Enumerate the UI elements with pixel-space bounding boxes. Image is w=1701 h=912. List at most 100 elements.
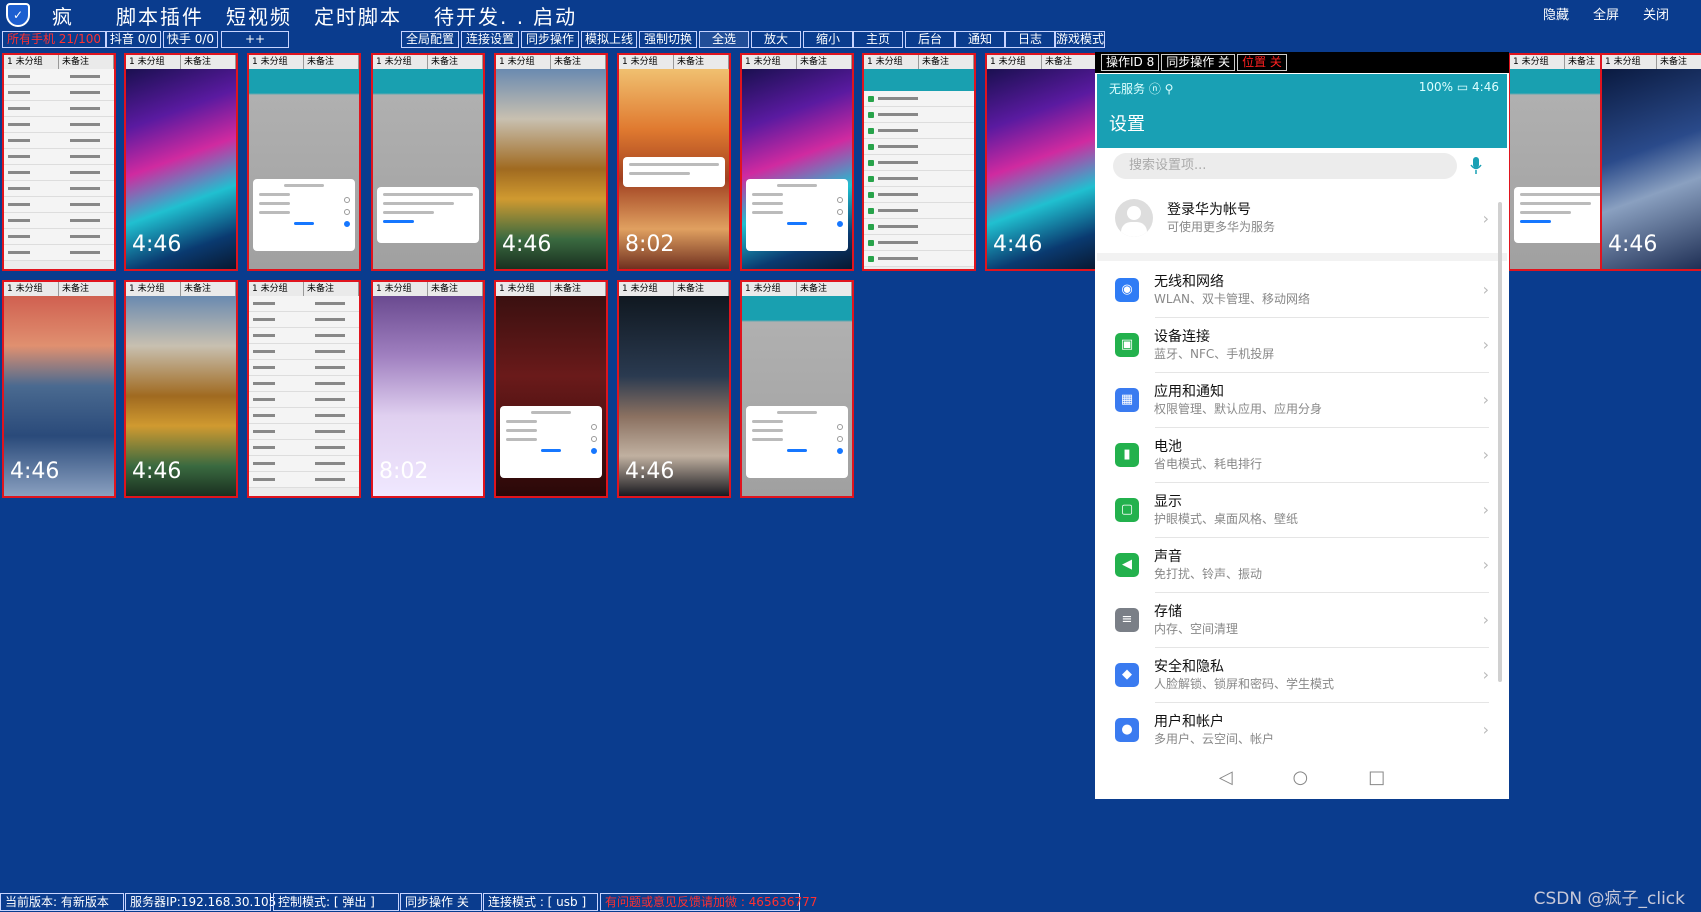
- sync-status[interactable]: 同步操作 关: [400, 893, 482, 911]
- kuaishou-toggle[interactable]: 快手 0/0: [163, 31, 218, 48]
- phone-group-label[interactable]: 1 未分组: [126, 55, 181, 69]
- menu-scheduled-script[interactable]: 定时脚本: [314, 1, 402, 30]
- settings-row[interactable]: ● 用户和帐户 多用户、云空间、帐户 ›: [1097, 702, 1507, 757]
- phone-screen[interactable]: [864, 69, 974, 269]
- phone-thumbnail[interactable]: 1 未分组 未备注: [494, 280, 608, 498]
- phone-thumbnail[interactable]: 1 未分组 未备注 4:46: [617, 280, 731, 498]
- phone-group-label[interactable]: 1 未分组: [4, 282, 59, 296]
- phone-thumbnail[interactable]: 1 未分组 未备注: [247, 53, 361, 271]
- phone-note-label[interactable]: 未备注: [1042, 55, 1097, 69]
- phone-note-label[interactable]: 未备注: [551, 55, 606, 69]
- notification-button[interactable]: 通知: [955, 31, 1005, 48]
- phone-group-label[interactable]: 1 未分组: [126, 282, 181, 296]
- connection-mode[interactable]: 连接模式 : [ usb ]: [483, 893, 598, 911]
- phone-thumbnail[interactable]: 1 未分组 未备注: [740, 53, 854, 271]
- global-config-button[interactable]: 全局配置: [401, 31, 459, 48]
- phone-group-label[interactable]: 1 未分组: [742, 55, 797, 69]
- settings-row[interactable]: ▣ 设备连接 蓝牙、NFC、手机投屏 ›: [1097, 317, 1507, 372]
- phone-thumbnail[interactable]: 1 未分组 未备注 4:46: [494, 53, 608, 271]
- phone-note-label[interactable]: 未备注: [919, 55, 974, 69]
- settings-row[interactable]: ◆ 安全和隐私 人脸解锁、锁屏和密码、学生模式 ›: [1097, 647, 1507, 702]
- back-icon[interactable]: ◁: [1219, 767, 1233, 788]
- phone-group-label[interactable]: 1 未分组: [373, 282, 428, 296]
- phone-screen[interactable]: [742, 296, 852, 496]
- background-button[interactable]: 后台: [905, 31, 955, 48]
- phone-group-label[interactable]: 1 未分组: [496, 282, 551, 296]
- phone-thumbnail[interactable]: 1 未分组 未备注 4:46: [1600, 53, 1701, 271]
- phone-screen[interactable]: 4:46: [619, 296, 729, 496]
- phone-note-label[interactable]: 未备注: [181, 282, 236, 296]
- phone-note-label[interactable]: 未备注: [428, 55, 483, 69]
- phone-thumbnail[interactable]: 1 未分组 未备注: [740, 280, 854, 498]
- home-icon[interactable]: ○: [1293, 767, 1309, 788]
- phone-thumbnail[interactable]: 1 未分组 未备注: [247, 280, 361, 498]
- phone-group-label[interactable]: 1 未分组: [249, 55, 304, 69]
- settings-row[interactable]: ◉ 无线和网络 WLAN、双卡管理、移动网络 ›: [1097, 262, 1507, 317]
- phone-group-label[interactable]: 1 未分组: [373, 55, 428, 69]
- phone-group-label[interactable]: 1 未分组: [742, 282, 797, 296]
- zoom-out-button[interactable]: 缩小: [803, 31, 853, 48]
- add-button[interactable]: ++: [221, 31, 289, 48]
- phone-thumbnail[interactable]: 1 未分组 未备注 4:46: [124, 280, 238, 498]
- force-switch-button[interactable]: 强制切换: [639, 31, 697, 48]
- phone-note-label[interactable]: 未备注: [304, 55, 359, 69]
- select-all-button[interactable]: 全选: [699, 31, 749, 48]
- phone-note-label[interactable]: 未备注: [59, 282, 114, 296]
- home-button[interactable]: 主页: [853, 31, 903, 48]
- game-mode-button[interactable]: 游戏模式: [1055, 31, 1105, 48]
- phone-group-label[interactable]: 1 未分组: [496, 55, 551, 69]
- menu-pending-dev[interactable]: 待开发. .: [434, 1, 525, 30]
- close-button[interactable]: 关闭: [1643, 4, 1669, 23]
- phone-note-label[interactable]: 未备注: [551, 282, 606, 296]
- sync-toggle[interactable]: 同步操作 关: [1161, 54, 1236, 71]
- menu-short-video[interactable]: 短视频: [226, 1, 292, 30]
- phone-screen[interactable]: [496, 296, 606, 496]
- connection-settings-button[interactable]: 连接设置: [461, 31, 519, 48]
- phone-note-label[interactable]: 未备注: [304, 282, 359, 296]
- phone-note-label[interactable]: 未备注: [428, 282, 483, 296]
- phone-screen[interactable]: [742, 69, 852, 269]
- settings-row[interactable]: ≡ 存储 内存、空间清理 ›: [1097, 592, 1507, 647]
- menu-crazy[interactable]: 疯: [52, 1, 74, 30]
- zoom-in-button[interactable]: 放大: [751, 31, 801, 48]
- phone-screen[interactable]: 4:46: [496, 69, 606, 269]
- phone-thumbnail[interactable]: 1 未分组 未备注 8:02: [371, 280, 485, 498]
- settings-row[interactable]: ◀ 声音 免打扰、铃声、振动 ›: [1097, 537, 1507, 592]
- phone-thumbnail[interactable]: 1 未分组 未备注 8:02: [617, 53, 731, 271]
- phone-screen[interactable]: 4:46: [126, 69, 236, 269]
- phone-group-label[interactable]: 1 未分组: [619, 282, 674, 296]
- phone-note-label[interactable]: 未备注: [1657, 55, 1701, 69]
- fullscreen-button[interactable]: 全屏: [1593, 4, 1619, 23]
- phone-thumbnail[interactable]: 1 未分组 未备注 4:46: [2, 280, 116, 498]
- phone-group-label[interactable]: 1 未分组: [1510, 55, 1565, 69]
- phone-note-label[interactable]: 未备注: [181, 55, 236, 69]
- hide-button[interactable]: 隐藏: [1543, 4, 1569, 23]
- phone-note-label[interactable]: 未备注: [797, 282, 852, 296]
- phone-screen[interactable]: [249, 69, 359, 269]
- phone-screen[interactable]: 4:46: [4, 296, 114, 496]
- phone-group-label[interactable]: 1 未分组: [249, 282, 304, 296]
- sync-operation-button[interactable]: 同步操作: [521, 31, 579, 48]
- settings-row[interactable]: ▮ 电池 省电模式、耗电排行 ›: [1097, 427, 1507, 482]
- mic-icon[interactable]: [1469, 156, 1483, 176]
- settings-row[interactable]: ▢ 显示 护眼模式、桌面风格、壁纸 ›: [1097, 482, 1507, 537]
- settings-row[interactable]: ▦ 应用和通知 权限管理、默认应用、应用分身 ›: [1097, 372, 1507, 427]
- phone-thumbnail[interactable]: 1 未分组 未备注: [2, 53, 116, 271]
- phone-thumbnail[interactable]: 1 未分组 未备注 4:46: [985, 53, 1099, 271]
- simulate-online-button[interactable]: 模拟上线: [581, 31, 637, 48]
- phone-screen[interactable]: 4:46: [1602, 69, 1701, 269]
- phone-screen[interactable]: 8:02: [619, 69, 729, 269]
- phone-group-label[interactable]: 1 未分组: [619, 55, 674, 69]
- account-row[interactable]: 登录华为帐号 可使用更多华为服务 ›: [1097, 188, 1507, 248]
- recent-apps-icon[interactable]: □: [1368, 767, 1385, 788]
- phone-screen[interactable]: 4:46: [987, 69, 1097, 269]
- control-mode[interactable]: 控制模式: [ 弹出 ]: [273, 893, 399, 911]
- all-phones-toggle[interactable]: 所有手机 21/100: [2, 31, 106, 48]
- douyin-toggle[interactable]: 抖音 0/0: [106, 31, 161, 48]
- phone-note-label[interactable]: 未备注: [59, 55, 114, 69]
- menu-script-plugins[interactable]: 脚本插件: [116, 1, 204, 30]
- scrollbar[interactable]: [1498, 202, 1502, 682]
- phone-screen[interactable]: 8:02: [373, 296, 483, 496]
- shield-icon[interactable]: ✓: [6, 3, 30, 27]
- settings-search-input[interactable]: 搜索设置项...: [1113, 153, 1457, 179]
